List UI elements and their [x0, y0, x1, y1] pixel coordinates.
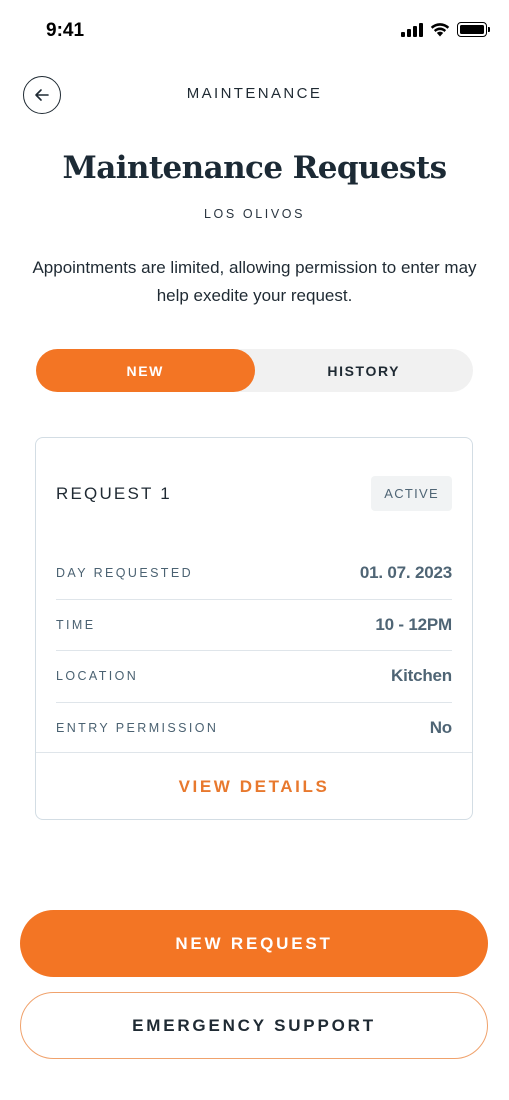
- property-name: LOS OLIVOS: [203, 207, 306, 221]
- detail-row-time: TIME 10 - 12PM: [56, 600, 452, 651]
- request-details: DAY REQUESTED 01. 07. 2023 TIME 10 - 12P…: [56, 548, 452, 754]
- status-bar: 9:41: [0, 0, 509, 60]
- new-request-button[interactable]: NEW REQUEST: [20, 910, 488, 977]
- request-title: REQUEST 1: [56, 484, 172, 503]
- header-title: MAINTENANCE: [186, 85, 323, 102]
- detail-value: 10 - 12PM: [375, 614, 452, 634]
- request-tabs: NEW HISTORY: [36, 349, 473, 392]
- tab-history[interactable]: HISTORY: [255, 349, 474, 392]
- cellular-signal-icon: [401, 22, 423, 37]
- detail-row-day-requested: DAY REQUESTED 01. 07. 2023: [56, 548, 452, 600]
- detail-row-location: LOCATION Kitchen: [56, 651, 452, 703]
- tab-new[interactable]: NEW: [36, 349, 255, 392]
- status-time: 9:41: [46, 20, 85, 41]
- view-details-link[interactable]: VIEW DETAILS: [36, 754, 472, 820]
- page-title: Maintenance Requests: [62, 150, 448, 186]
- status-icons: [401, 22, 490, 37]
- detail-value: Kitchen: [391, 666, 452, 686]
- battery-icon: [457, 22, 490, 37]
- detail-value: No: [429, 718, 452, 738]
- status-badge: ACTIVE: [371, 476, 452, 511]
- emergency-support-button[interactable]: EMERGENCY SUPPORT: [20, 992, 488, 1059]
- detail-label: LOCATION: [56, 669, 139, 684]
- detail-label: TIME: [56, 617, 96, 632]
- wifi-icon: [430, 23, 450, 37]
- info-text: Appointments are limited, allowing permi…: [32, 258, 477, 305]
- detail-value: 01. 07. 2023: [359, 563, 452, 583]
- detail-row-entry-permission: ENTRY PERMISSION No: [56, 703, 452, 755]
- detail-label: ENTRY PERMISSION: [56, 721, 219, 736]
- request-card: REQUEST 1 ACTIVE DAY REQUESTED 01. 07. 2…: [35, 437, 473, 820]
- card-divider: [36, 752, 472, 753]
- detail-label: DAY REQUESTED: [56, 566, 194, 581]
